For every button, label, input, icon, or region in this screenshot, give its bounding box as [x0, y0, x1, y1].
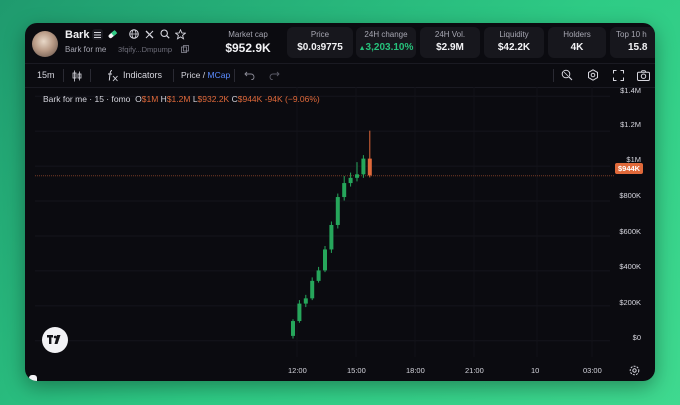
stat-market-cap: Market cap $952.9K: [213, 27, 283, 58]
candle-body: [310, 280, 315, 299]
x-tick-label: 21:00: [465, 366, 484, 375]
chart-canvas[interactable]: [25, 87, 655, 381]
legend-open-value: $1M: [141, 94, 159, 104]
token-subtitle: Bark for me: [65, 45, 107, 54]
star-icon[interactable]: [174, 28, 186, 40]
indicators-button[interactable]: Indicators: [123, 70, 162, 80]
globe-icon[interactable]: [128, 28, 140, 40]
menu-icon[interactable]: [92, 29, 103, 40]
stat-holders: Holders 4K: [548, 27, 606, 58]
toolbar-divider: [234, 69, 235, 82]
copy-icon[interactable]: [180, 44, 190, 54]
candle-body: [342, 183, 347, 198]
tradingview-logo[interactable]: [42, 327, 68, 353]
token-avatar: [32, 31, 58, 57]
toggle-separator: /: [202, 70, 206, 80]
toolbar-divider: [63, 69, 64, 82]
x-tick-label: 12:00: [288, 366, 307, 375]
token-address[interactable]: 3fqify...Dmpump: [118, 45, 172, 54]
stat-24h-change: 24H change ▲3,203.10%: [356, 27, 416, 58]
price-mcap-toggle[interactable]: Price / MCap: [181, 70, 230, 80]
chart-legend: Bark for me · 15 · fomo O$1M H$1.2M L$93…: [43, 94, 320, 104]
candlestick-type-icon[interactable]: [71, 69, 83, 82]
y-tick-label: $400K: [619, 262, 641, 271]
token-header: Bark Bark for me 3fqify...Dmpump Market …: [25, 23, 655, 63]
legend-open-key: O: [135, 94, 142, 104]
settings-icon[interactable]: [586, 68, 600, 82]
search-icon[interactable]: [159, 28, 171, 40]
candle-body: [323, 249, 327, 271]
stat-label: Holders: [563, 30, 591, 39]
candle-body: [367, 158, 372, 176]
toolbar-divider: [173, 69, 174, 82]
stat-liquidity: Liquidity $42.2K: [484, 27, 544, 58]
y-tick-label: $0: [632, 333, 641, 342]
candle-body: [291, 321, 295, 336]
x-twitter-icon[interactable]: [143, 28, 155, 40]
x-tick-label: 15:00: [347, 366, 366, 375]
y-tick-label: $1.4M: [620, 86, 641, 95]
stat-label: 24H Vol.: [434, 30, 466, 39]
candle-body: [355, 174, 359, 178]
stat-value: $952.9K: [225, 41, 271, 55]
y-tick-label: $200K: [619, 298, 641, 307]
toolbar-divider: [90, 69, 91, 82]
undo-icon[interactable]: [243, 69, 255, 81]
stat-top-10-holders: Top 10 h 15.8: [610, 27, 655, 58]
candle-body: [335, 197, 340, 225]
price-chart[interactable]: Bark for me · 15 · fomo O$1M H$1.2M L$93…: [25, 86, 655, 381]
stat-value: 15.8: [628, 42, 648, 53]
stat-value: ▲3,203.10%: [356, 42, 416, 53]
stat-value: $0.039775: [287, 42, 353, 53]
legend-high-value: $1.2M: [166, 94, 191, 104]
x-tick-label: 03:00: [583, 366, 602, 375]
legend-change: -94K (−9.06%): [264, 94, 320, 104]
stat-value: $42.2K: [497, 42, 531, 53]
token-name: Bark: [65, 29, 90, 41]
price-option[interactable]: Price: [181, 70, 200, 80]
candle-body: [361, 158, 366, 175]
stat-label: Price: [310, 30, 330, 39]
stat-label: Liquidity: [499, 30, 529, 39]
pill-icon: [106, 28, 118, 40]
candle-body: [303, 298, 308, 304]
legend-low-value: $932.2K: [197, 94, 230, 104]
interval-button[interactable]: 15m: [37, 70, 55, 80]
expand-sidebar-button[interactable]: [29, 375, 37, 381]
y-tick-label: $600K: [619, 227, 641, 236]
change-value: 3,203.10%: [365, 42, 414, 53]
stat-value: 4K: [570, 42, 584, 53]
x-tick-label: 10: [531, 366, 540, 375]
current-price-tag: $944K: [615, 163, 644, 174]
indicators-fx-icon[interactable]: [105, 68, 119, 82]
stat-24h-volume: 24H Vol. $2.9M: [420, 27, 480, 58]
y-tick-label: $1.2M: [620, 120, 641, 129]
up-arrow-icon: ▲: [358, 45, 366, 52]
price-tail: 9775: [320, 42, 343, 53]
zoom-search-icon[interactable]: [560, 68, 574, 82]
candle-body: [316, 270, 321, 281]
camera-icon[interactable]: [636, 68, 650, 82]
stat-value: $2.9M: [436, 42, 464, 53]
app-window: Bark Bark for me 3fqify...Dmpump Market …: [25, 23, 655, 381]
redo-icon[interactable]: [268, 69, 280, 81]
x-tick-label: 18:00: [406, 366, 425, 375]
price-main: $0.0: [297, 42, 317, 53]
toolbar-divider: [553, 69, 554, 82]
y-tick-label: $800K: [619, 191, 641, 200]
axis-settings-icon[interactable]: [628, 364, 640, 376]
fullscreen-icon[interactable]: [611, 68, 625, 82]
legend-title: Bark for me · 15 · fomo: [43, 94, 131, 104]
mcap-option[interactable]: MCap: [208, 70, 231, 80]
candle-body: [329, 224, 334, 250]
stat-label: Top 10 h: [616, 30, 647, 39]
candle-body: [297, 303, 302, 322]
candle-body: [348, 177, 353, 184]
stat-price: Price $0.039775: [287, 27, 353, 58]
stat-label: 24H change: [364, 30, 408, 39]
stat-label: Market cap: [228, 30, 268, 39]
legend-close-value: $944K: [237, 94, 263, 104]
chart-toolbar: 15m Indicators Price / MCap: [25, 63, 655, 88]
